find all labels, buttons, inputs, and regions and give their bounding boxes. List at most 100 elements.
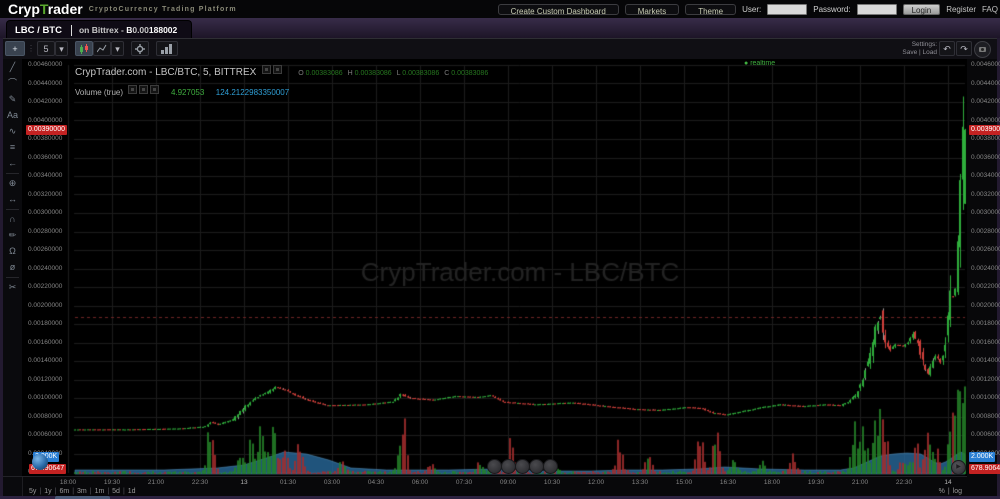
- app-header: CrypTrader CryptoCurrency Trading Platfo…: [0, 0, 1000, 18]
- logo-t-icon: T: [40, 1, 48, 17]
- social-button-4[interactable]: [529, 459, 544, 474]
- range-selector: 5y|1y|6m|3m|1m|5d|1d: [26, 488, 139, 495]
- play-button[interactable]: ▶: [951, 460, 966, 475]
- market-tab-bar: LBC / BTC on Bittrex - B0.00188002: [0, 18, 1000, 38]
- time-tick-label: 18:00: [52, 479, 84, 486]
- toolbar-divider: [6, 173, 19, 174]
- legend-ohlc: O 0.00383086H 0.00383086L 0.00383086C 0.…: [293, 70, 488, 77]
- time-tick-label: 10:30: [536, 479, 568, 486]
- market-tab-lbc-btc[interactable]: LBC / BTC on Bittrex - B0.00188002: [6, 20, 192, 39]
- price-tick-label: 0.00160000: [971, 339, 1000, 346]
- settings-save-load[interactable]: Settings:Save | Load: [902, 41, 937, 57]
- last-price-badge-left: 0.00390000: [26, 125, 67, 135]
- gann-tool[interactable]: ⌒: [3, 76, 22, 91]
- app-logo[interactable]: CrypTrader: [8, 1, 83, 17]
- price-axis-right[interactable]: 0.004600000.004400000.004200000.00400000…: [969, 39, 997, 497]
- scale-button-%[interactable]: %: [936, 488, 948, 495]
- text-tool[interactable]: Aa: [3, 108, 22, 123]
- range-button-3m[interactable]: 3m: [74, 488, 90, 495]
- user-input[interactable]: [767, 4, 807, 15]
- volume-hide-icon[interactable]: [139, 85, 148, 94]
- brush-tool[interactable]: ✎: [3, 92, 22, 107]
- crosshair-cursor-button[interactable]: +: [5, 41, 25, 56]
- price-tick-label: 0.00240000: [971, 265, 1000, 272]
- price-tick-label: 0.00280000: [971, 228, 1000, 235]
- volume-current-value: 4.927053: [171, 88, 204, 97]
- trendline-tool[interactable]: ╱: [3, 60, 22, 75]
- time-tick-label: 22:30: [184, 479, 216, 486]
- tab-divider: [71, 25, 72, 36]
- create-dashboard-button[interactable]: Create Custom Dashboard: [498, 4, 619, 15]
- range-button-1d[interactable]: 1d: [125, 488, 139, 495]
- pattern-tool[interactable]: ∿: [3, 124, 22, 139]
- markets-button[interactable]: Markets: [625, 4, 679, 15]
- volume-close-icon[interactable]: [150, 85, 159, 94]
- measure-tool[interactable]: ↔: [3, 192, 22, 207]
- time-tick-label: 01:30: [272, 479, 304, 486]
- range-button-5d[interactable]: 5d: [109, 488, 123, 495]
- drawing-toolbar: ╱⌒✎Aa∿≡← ⊕↔ ∩✏Ωø ✂: [3, 59, 23, 497]
- price-tick-label: 0.00320000: [971, 191, 1000, 198]
- legend-close-icon[interactable]: [273, 65, 282, 74]
- price-tick-label: 0.00260000: [971, 246, 1000, 253]
- time-tick-label: 15:00: [668, 479, 700, 486]
- compare-indicator-button[interactable]: [156, 41, 178, 56]
- hide-drawings-tool[interactable]: ø: [3, 260, 22, 275]
- toolbar-divider: [6, 209, 19, 210]
- logo-cryp: Cryp: [8, 1, 40, 17]
- draw-mode-tool[interactable]: ✏: [3, 228, 22, 243]
- volume-value-badge-right: 678.90647: [969, 464, 1000, 474]
- faq-link[interactable]: FAQ: [982, 5, 998, 14]
- price-tick-label: 0.00100000: [28, 394, 62, 401]
- register-link[interactable]: Register: [946, 5, 976, 14]
- arrow-tool[interactable]: ←: [3, 156, 22, 171]
- social-button-2[interactable]: [501, 459, 516, 474]
- price-tick-label: 0.00300000: [971, 209, 1000, 216]
- legend-title: CrypTrader.com - LBC/BTC, 5, BITTREX: [75, 67, 256, 78]
- lock-tool[interactable]: Ω: [3, 244, 22, 259]
- social-button-5[interactable]: [543, 459, 558, 474]
- magnet-tool[interactable]: ∩: [3, 212, 22, 227]
- undo-button[interactable]: ↶: [939, 41, 955, 56]
- price-axis-left[interactable]: 0.004600000.004400000.004200000.00400000…: [26, 39, 72, 497]
- zoom-tool[interactable]: ⊕: [3, 176, 22, 191]
- price-tick-label: 0.00460000: [28, 61, 62, 68]
- chart-settings-button[interactable]: [131, 41, 149, 56]
- social-button-1[interactable]: [487, 459, 502, 474]
- legend-style-icon[interactable]: [262, 65, 271, 74]
- time-tick-label: 18:00: [756, 479, 788, 486]
- fib-retracement-tool[interactable]: ≡: [3, 140, 22, 155]
- time-tick-label: 13:30: [624, 479, 656, 486]
- range-button-1m[interactable]: 1m: [92, 488, 108, 495]
- login-button[interactable]: Login: [903, 4, 941, 15]
- price-tick-label: 0.00080000: [971, 413, 1000, 420]
- range-button-1y[interactable]: 1y: [41, 488, 54, 495]
- price-chart-canvas[interactable]: [22, 59, 967, 476]
- time-tick-label: 13: [228, 479, 260, 486]
- price-tick-label: 0.00380000: [28, 135, 62, 142]
- price-tick-label: 0.00400000: [28, 117, 62, 124]
- candlestick-style-button[interactable]: [75, 41, 93, 56]
- price-tick-label: 0.00420000: [971, 98, 1000, 105]
- candlestick-icon: [79, 44, 89, 54]
- price-tick-label: 0.00080000: [28, 413, 62, 420]
- volume-axis-badge-right: 2.000K: [969, 452, 995, 462]
- password-input[interactable]: [857, 4, 897, 15]
- line-style-button[interactable]: [93, 41, 111, 56]
- price-tick-label: 0.00440000: [28, 80, 62, 87]
- price-tick-label: 0.00100000: [971, 394, 1000, 401]
- price-tick-label: 0.00440000: [971, 80, 1000, 87]
- cryptrader-orb-logo: [32, 454, 48, 470]
- theme-button[interactable]: Theme: [685, 4, 736, 15]
- volume-settings-icon[interactable]: [128, 85, 137, 94]
- social-button-3[interactable]: [515, 459, 530, 474]
- scale-button-log[interactable]: log: [950, 488, 965, 495]
- price-tick-label: 0.00160000: [28, 339, 62, 346]
- price-tick-label: 0.00300000: [28, 209, 62, 216]
- header-controls: Create Custom Dashboard Markets Theme Us…: [498, 0, 998, 18]
- range-button-5y[interactable]: 5y: [26, 488, 39, 495]
- remove-drawings-tool[interactable]: ✂: [3, 280, 22, 295]
- price-tick-label: 0.00200000: [971, 302, 1000, 309]
- range-button-6m[interactable]: 6m: [56, 488, 72, 495]
- chart-style-dropdown-icon[interactable]: ▾: [111, 41, 124, 56]
